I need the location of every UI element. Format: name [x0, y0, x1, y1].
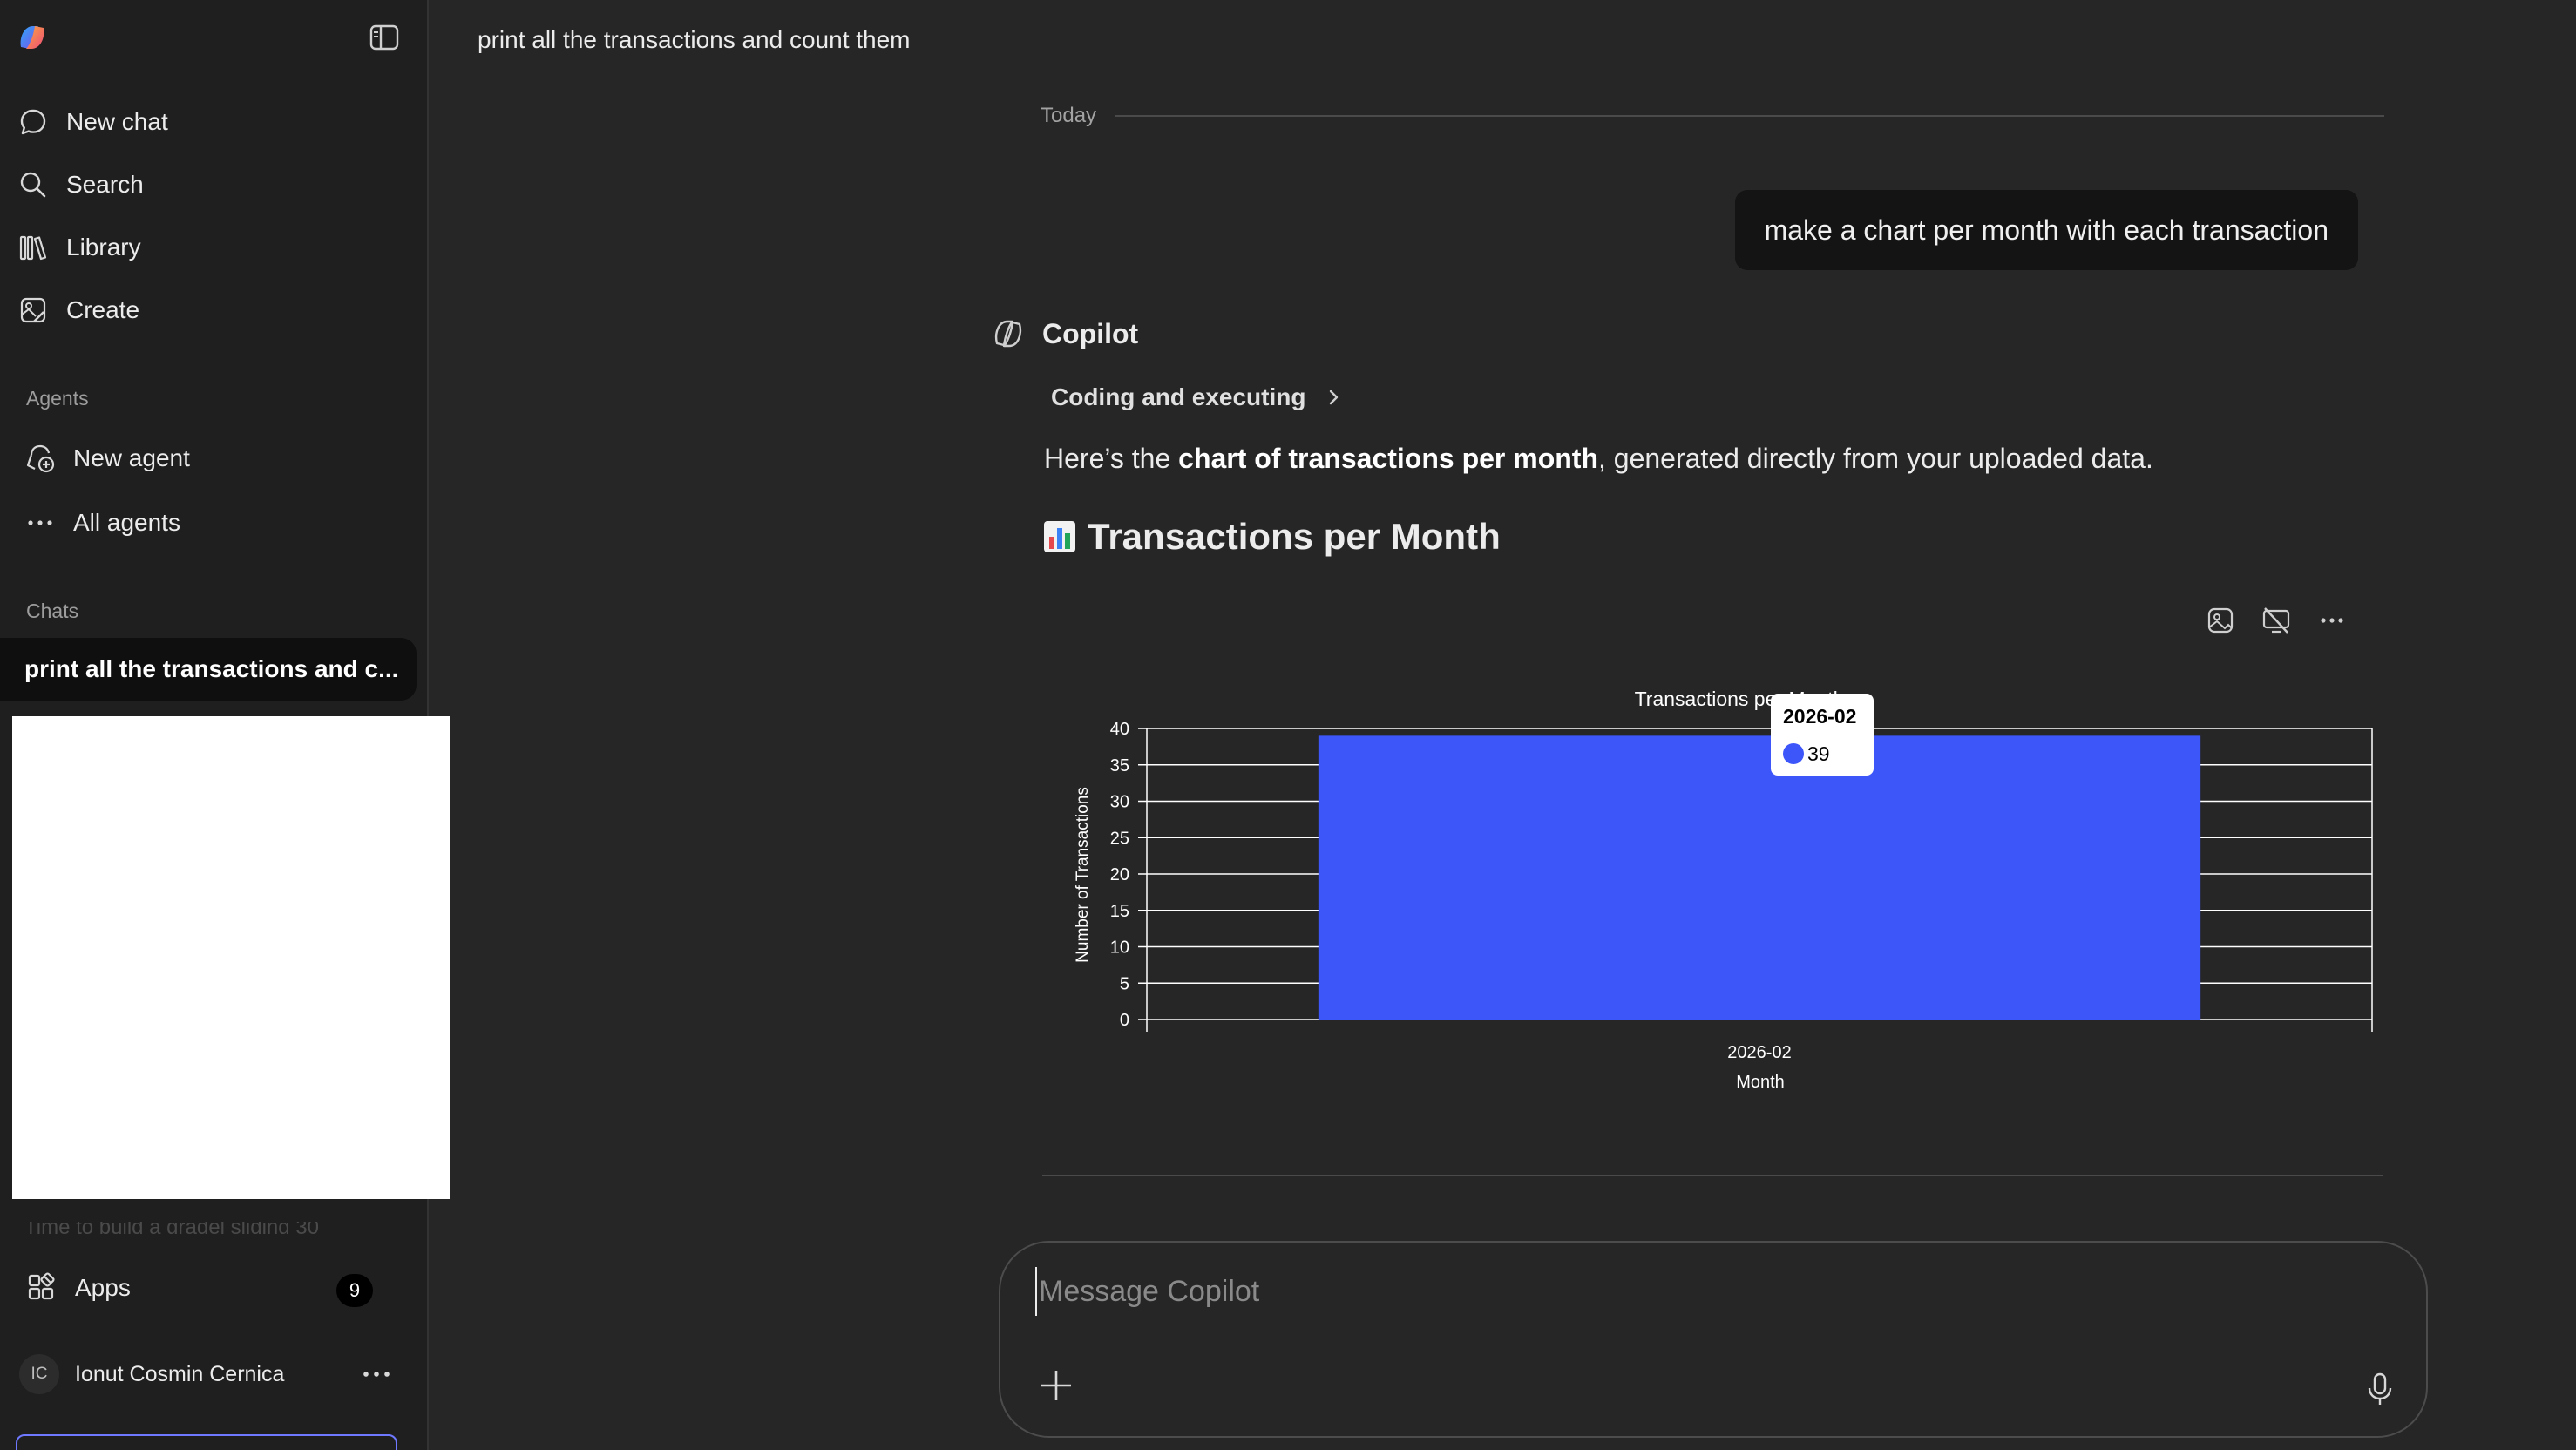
- chart-bars: [1318, 735, 2201, 1020]
- date-separator-line: [1115, 115, 2384, 117]
- transactions-chart: Transactions per Month 0510152025303540 …: [1074, 688, 2373, 1092]
- status-step-label: Coding and executing: [1051, 383, 1306, 410]
- sidebar-item-search[interactable]: Search: [17, 160, 144, 209]
- chart-y-tick-label: 20: [1110, 865, 1129, 884]
- assistant-name: Copilot: [1042, 317, 1139, 349]
- chart-y-ticks: 0 5 10 15 20 25 30 35 40: [1110, 720, 1129, 1030]
- sidebar-item-label: Library: [66, 234, 141, 261]
- message-input[interactable]: [1035, 1267, 2342, 1316]
- chart-x-ticks: 2026-02: [1727, 1043, 1791, 1062]
- chats-section-label: Chats: [26, 600, 79, 622]
- search-icon: [17, 169, 49, 200]
- sidebar-item-new-agent[interactable]: New agent: [24, 434, 190, 483]
- chart-toolbar: [2203, 603, 2370, 638]
- chart-bar[interactable]: [1318, 735, 2201, 1020]
- answer-divider: [1042, 1175, 2383, 1176]
- more-options-icon[interactable]: [2315, 603, 2349, 638]
- sidebar-item-label: Search: [66, 171, 144, 198]
- agents-section-label: Agents: [26, 387, 89, 410]
- sidebar-item-library[interactable]: Library: [17, 223, 141, 272]
- copilot-app: New chat Search Library Create Agents Ne…: [0, 0, 2576, 1450]
- microphone-icon[interactable]: [2365, 1372, 2395, 1406]
- more-horizontal-icon: [24, 507, 56, 539]
- status-step-toggle[interactable]: Coding and executing: [1051, 383, 1344, 411]
- sidebar-item-new-chat[interactable]: New chat: [17, 98, 168, 146]
- message-composer: [999, 1241, 2428, 1438]
- conversation-title: print all the transactions and count the…: [478, 26, 911, 53]
- bar-chart-emoji-icon: [1042, 519, 1077, 554]
- sidebar-item-label: New agent: [73, 444, 190, 471]
- chart-heading: Transactions per Month: [1042, 516, 1501, 558]
- answer-prefix: Here’s the: [1044, 443, 1179, 474]
- avatar: IC: [19, 1354, 59, 1394]
- chart-y-tick-label: 0: [1120, 1011, 1129, 1030]
- add-attachment-icon[interactable]: [1037, 1366, 1075, 1405]
- profile-name: Ionut Cosmin Cernica: [75, 1361, 285, 1386]
- sidebar-item-apps[interactable]: Apps: [26, 1264, 375, 1312]
- upgrade-button[interactable]: [16, 1434, 397, 1450]
- chart-heading-text: Transactions per Month: [1088, 516, 1501, 557]
- chart-tooltip-swatch: [1783, 743, 1804, 764]
- sidebar-item-label: New chat: [66, 108, 168, 135]
- chart-tooltip-value: 39: [1807, 742, 1830, 765]
- sidebar-chat-active[interactable]: print all the transactions and c...: [0, 638, 417, 701]
- save-image-icon[interactable]: [2203, 603, 2238, 638]
- chart-tooltip: 2026-02 39: [1771, 694, 1874, 776]
- hide-chart-icon[interactable]: [2259, 603, 2294, 638]
- sidebar-item-all-agents[interactable]: All agents: [24, 498, 180, 547]
- create-icon: [17, 295, 49, 326]
- chevron-right-icon: [1323, 387, 1344, 408]
- sidebar-item-label: Create: [66, 296, 140, 323]
- profile-row[interactable]: IC Ionut Cosmin Cernica: [19, 1352, 284, 1396]
- assistant-header: Copilot: [988, 314, 1138, 354]
- apps-grid-icon: [26, 1272, 58, 1304]
- sidebar-item-label: All agents: [73, 509, 180, 536]
- copilot-icon: [988, 314, 1028, 354]
- chat-list-overlay: [12, 716, 450, 1199]
- sidebar-toggle-icon[interactable]: [369, 24, 399, 51]
- chart-y-axis-label: Number of Transactions: [1074, 787, 1092, 963]
- chart-x-axis-label: Month: [1736, 1073, 1785, 1092]
- sidebar-chat-item[interactable]: Time to build a gradel sliding 30: [24, 1222, 408, 1234]
- apps-count-badge: 9: [336, 1274, 373, 1307]
- library-icon: [17, 232, 49, 263]
- chart-tooltip-label: 2026-02: [1783, 705, 1856, 728]
- chat-bubble-icon: [17, 106, 49, 138]
- chart-y-tick-label: 30: [1110, 793, 1129, 812]
- date-separator: Today: [1041, 101, 2384, 131]
- user-message-bubble: make a chart per month with each transac…: [1734, 190, 2358, 270]
- new-agent-icon: [24, 443, 56, 474]
- answer-bold: chart of transactions per month: [1178, 443, 1598, 474]
- date-separator-label: Today: [1041, 104, 1097, 127]
- chart-x-tick-label: 2026-02: [1727, 1043, 1791, 1062]
- chart-y-tick-label: 10: [1110, 938, 1129, 958]
- answer-suffix: , generated directly from your uploaded …: [1598, 443, 2153, 474]
- sidebar-item-create[interactable]: Create: [17, 286, 139, 335]
- chart-y-tick-label: 5: [1120, 974, 1129, 993]
- sidebar-item-label: Apps: [75, 1274, 131, 1301]
- profile-more-icon[interactable]: [359, 1361, 394, 1387]
- chart-y-tick-label: 35: [1110, 756, 1129, 776]
- copilot-logo-icon[interactable]: [16, 21, 49, 54]
- chart-y-tick-label: 15: [1110, 902, 1129, 921]
- chart-y-tick-label: 40: [1110, 720, 1129, 739]
- chart-y-tick-label: 25: [1110, 829, 1129, 848]
- assistant-answer-text: Here’s the chart of transactions per mon…: [1044, 443, 2153, 475]
